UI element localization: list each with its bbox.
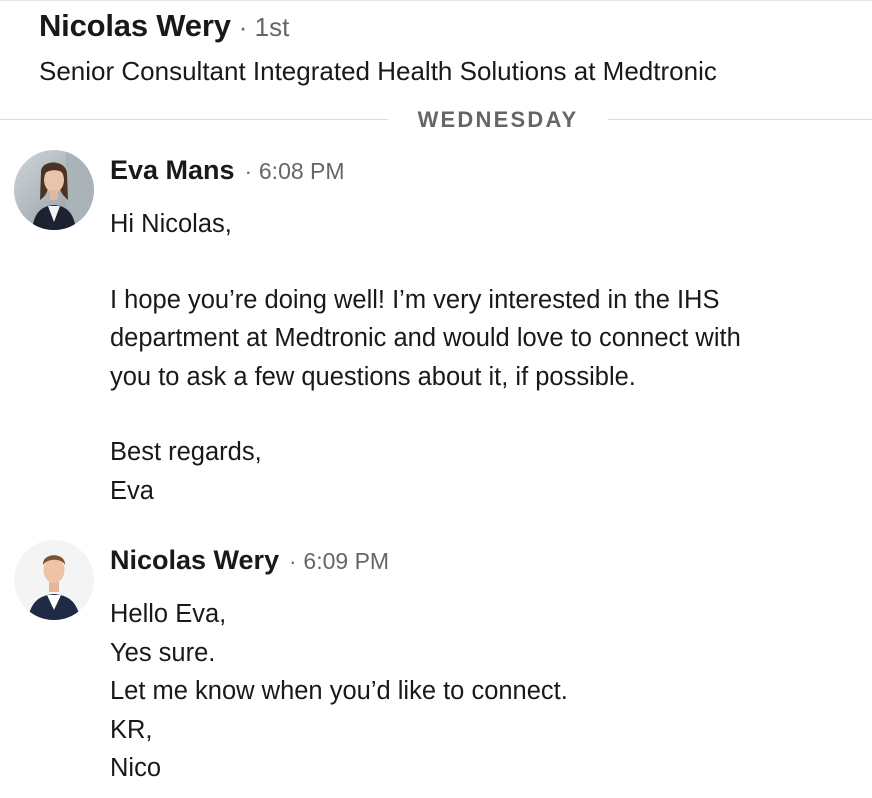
message-timestamp: 6:09 PM bbox=[303, 548, 390, 574]
meta-separator: · bbox=[289, 549, 297, 574]
message-line: Hello Eva, bbox=[110, 600, 227, 628]
message-line: Best regards, bbox=[110, 438, 262, 466]
message-line: you to ask a few questions about it, if … bbox=[110, 362, 636, 391]
contact-name-link[interactable]: Nicolas Wery bbox=[39, 8, 231, 44]
day-divider: WEDNESDAY bbox=[0, 104, 872, 134]
message-meta: Nicolas Wery · 6:09 PM bbox=[110, 545, 389, 576]
sender-avatar[interactable] bbox=[14, 150, 94, 230]
meta-separator: · bbox=[244, 159, 252, 184]
header-name-row: Nicolas Wery · 1st bbox=[39, 8, 859, 46]
sender-name[interactable]: Nicolas Wery bbox=[110, 545, 279, 576]
messaging-thread: Nicolas Wery · 1st Senior Consultant Int… bbox=[0, 0, 872, 798]
message-line: Let me know when you’d like to connect. bbox=[110, 677, 568, 705]
day-divider-line-right bbox=[608, 119, 872, 120]
message-line: I hope you’re doing well! I’m very inter… bbox=[110, 285, 720, 314]
message-line: KR, bbox=[110, 715, 153, 744]
day-divider-label: WEDNESDAY bbox=[417, 107, 579, 132]
contact-headline: Senior Consultant Integrated Health Solu… bbox=[39, 56, 717, 86]
message-line: Yes sure. bbox=[110, 638, 216, 667]
message-timestamp: 6:08 PM bbox=[258, 158, 345, 184]
day-divider-line-left bbox=[0, 119, 388, 120]
message-line: Hi Nicolas, bbox=[110, 210, 232, 238]
sender-avatar[interactable] bbox=[14, 540, 94, 620]
message-meta: Eva Mans · 6:08 PM bbox=[110, 155, 345, 186]
message-body: Hi Nicolas, I hope you’re doing well! I’… bbox=[110, 205, 860, 510]
message-line: Eva bbox=[110, 476, 154, 505]
profile-photo-woman-icon bbox=[14, 150, 94, 230]
message-body: Hello Eva, Yes sure. Let me know when yo… bbox=[110, 595, 860, 788]
conversation-header: Nicolas Wery · 1st Senior Consultant Int… bbox=[39, 8, 859, 87]
message-line: department at Medtronic and would love t… bbox=[110, 324, 741, 352]
top-divider bbox=[0, 0, 872, 1]
sender-name[interactable]: Eva Mans bbox=[110, 155, 235, 186]
profile-photo-man-icon bbox=[14, 540, 94, 620]
connection-degree: · 1st bbox=[238, 12, 290, 42]
message-line: Nico bbox=[110, 754, 162, 782]
